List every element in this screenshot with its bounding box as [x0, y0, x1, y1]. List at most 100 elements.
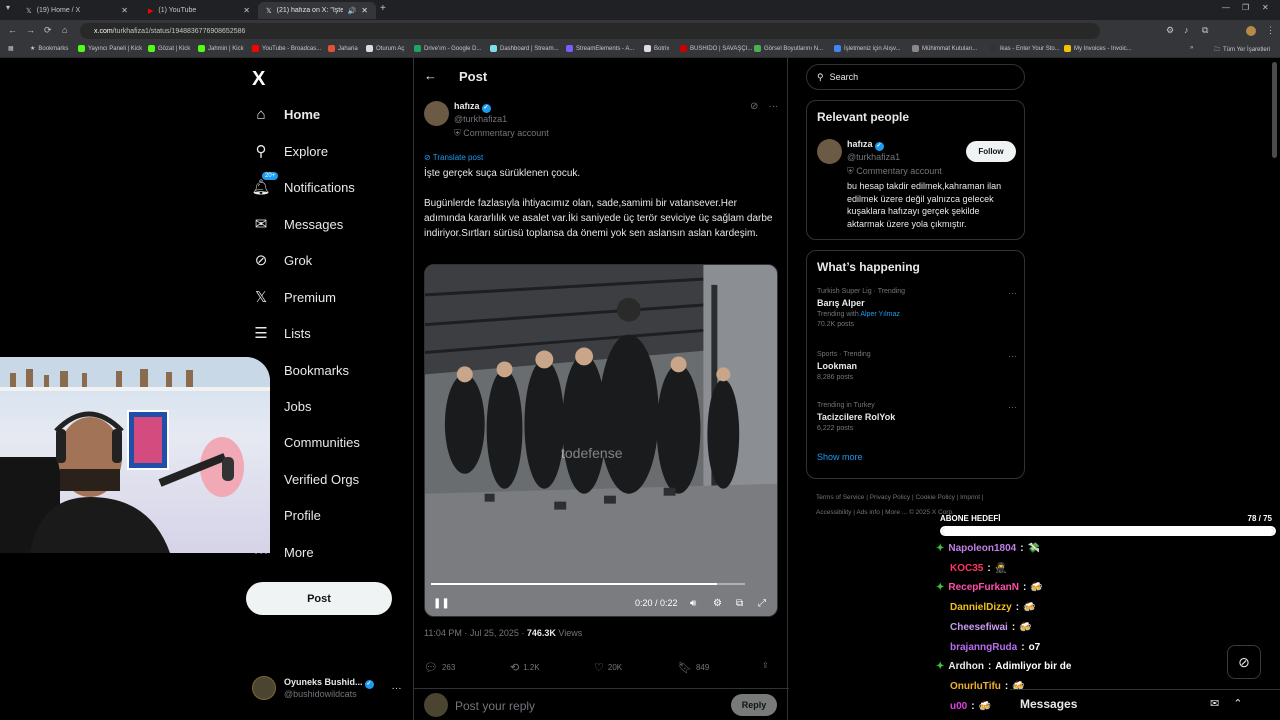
search-input[interactable]: ⚲ Search [806, 64, 1025, 90]
x-logo-icon[interactable]: X [252, 68, 265, 91]
tab-youtube[interactable]: ▶ (1) YouTube ✕ [140, 2, 258, 19]
address-bar[interactable]: x.com/turkhafiza1/status/194883677690865… [80, 23, 1100, 39]
author-avatar[interactable] [424, 101, 449, 126]
repost-action[interactable]: ⟲ 1.2K [510, 661, 540, 674]
pause-icon[interactable]: ❚❚ [433, 598, 450, 609]
sidebar-item-premium[interactable]: 𝕏 Premium [252, 288, 336, 306]
more-dots-icon[interactable]: ··· [1008, 402, 1017, 412]
apps-grid-icon[interactable]: ▦ [8, 45, 14, 52]
bookmark-action[interactable]: 🔖︎ 849 [678, 661, 709, 674]
bookmark-item[interactable]: Görsel Boyutlarını N... [754, 45, 823, 52]
post-button[interactable]: Post [246, 582, 392, 615]
messages-panel[interactable]: Messages ✉ ⌃ [1010, 689, 1280, 720]
bookmark-item[interactable]: StreamElements - A... [566, 45, 634, 52]
grok-floating-button[interactable]: ⊘ [1227, 645, 1261, 679]
close-icon[interactable]: ✕ [121, 6, 128, 15]
chevron-right-icon[interactable]: » [1190, 45, 1193, 51]
more-dots-icon[interactable]: ··· [1008, 351, 1017, 361]
reply-action[interactable]: 💬︎ 263 [424, 661, 455, 674]
profile-avatar[interactable] [1246, 26, 1256, 36]
share-icon[interactable]: ⇪ [762, 661, 769, 670]
reload-icon[interactable]: ⟳ [44, 25, 52, 36]
reply-bubble-icon: 💬︎ [424, 662, 438, 674]
show-more-link[interactable]: Show more [817, 452, 863, 462]
bookmark-item[interactable]: Jahmin | Kick [198, 45, 244, 52]
bookmark-item[interactable]: ★ Bookmarks [30, 45, 68, 53]
maximize-icon[interactable]: ❐ [1242, 3, 1249, 12]
video-player[interactable]: todefense ❚❚ 0:20 / 0:22 🔊︎ ⚙ ⧉ ⤢ [424, 264, 778, 617]
minimize-icon[interactable]: — [1222, 3, 1230, 12]
close-icon[interactable]: ✕ [361, 6, 368, 15]
sidebar-item-grok[interactable]: ⊘ Grok [252, 251, 312, 269]
bookmark-item[interactable]: Botrix [644, 45, 669, 52]
follow-button[interactable]: Follow [966, 141, 1016, 162]
bookmark-item[interactable]: BUSHIDO | SAVAŞÇI... [680, 45, 752, 52]
account-switcher[interactable]: Oyuneks Bushid... ✓ @bushidowildcats ··· [252, 676, 402, 700]
bookmark-item[interactable]: Oturum Aç [366, 45, 404, 52]
bookmark-item[interactable]: Jaharia [328, 45, 358, 52]
extension-icon[interactable]: ♪ [1184, 25, 1189, 35]
video-progress-bar[interactable] [431, 583, 745, 585]
sidebar-item-explore[interactable]: ⚲ Explore [252, 142, 329, 160]
bookmark-item[interactable]: ikas - Enter Your Sto... [990, 45, 1060, 52]
bookmark-item[interactable]: İşletmeniz için Alışv... [834, 45, 901, 52]
bookmark-item[interactable]: Dashboard | Stream... [490, 45, 559, 52]
back-arrow-icon[interactable]: ← [424, 68, 437, 83]
trend-item[interactable]: Sports · Trending Lookman 8,286 posts ··… [817, 351, 1017, 381]
home-icon[interactable]: ⌂ [62, 25, 67, 35]
forward-arrow-icon[interactable]: → [26, 25, 35, 35]
translate-text: Translate post [432, 153, 484, 162]
account-handle: @bushidowildcats [284, 689, 357, 699]
page-scrollbar[interactable] [1272, 62, 1277, 158]
sidebar-item-home[interactable]: ⌂ Home [252, 105, 320, 123]
tab-search-icon[interactable]: ▾ [6, 3, 10, 12]
bookmark-item[interactable]: Gözat | Kick [148, 45, 190, 52]
more-dots-icon[interactable]: ··· [768, 101, 778, 112]
extension-icon[interactable]: ⚙ [1166, 25, 1174, 36]
trend-with-label: Trending with [817, 311, 861, 318]
person-name[interactable]: hafıza ✓ [847, 139, 884, 151]
translate-post-link[interactable]: ⊘ Translate post [424, 153, 483, 162]
chevron-up-icon[interactable]: ⌃ [1233, 697, 1242, 710]
speaker-icon[interactable]: 🔊 [348, 7, 357, 15]
reply-button[interactable]: Reply [731, 694, 777, 716]
volume-icon[interactable]: 🔊︎ [690, 598, 696, 609]
bookmark-item[interactable]: My Invoices - Invoic... [1064, 45, 1132, 52]
more-dots-icon[interactable]: ··· [1008, 288, 1017, 298]
new-tab-icon[interactable]: + [380, 3, 386, 14]
author-name[interactable]: hafıza ✓ [454, 101, 491, 113]
bookmark-item[interactable]: YouTube - Broadcas... [252, 45, 321, 52]
compose-message-icon[interactable]: ✉ [1210, 697, 1219, 710]
author-handle[interactable]: @turkhafiza1 [454, 114, 507, 124]
chat-username: Napoleon1804 [948, 543, 1017, 554]
fullscreen-icon[interactable]: ⤢ [758, 598, 766, 609]
post-timestamp[interactable]: 11:04 PM · Jul 25, 2025 · [424, 628, 527, 638]
sidebar-item-messages[interactable]: ✉ Messages [252, 215, 344, 233]
tab-current-post[interactable]: 𝕏 (21) hafıza on X: "İşte gerçe 🔊 ✕ [258, 2, 376, 19]
close-icon[interactable]: ✕ [243, 6, 250, 15]
sidebar-item-lists[interactable]: ☰ Lists [252, 324, 310, 342]
bookmark-item[interactable]: Drive'ım - Google D... [414, 45, 482, 52]
sidebar-item-notifications[interactable]: 🔔︎ 20+ Notifications [251, 172, 355, 196]
grok-icon[interactable]: ⊘ [750, 101, 758, 112]
avatar[interactable] [817, 139, 842, 164]
reply-input[interactable]: Post your reply [455, 699, 535, 713]
trend-category: Sports · Trending [817, 351, 871, 358]
extensions-puzzle-icon[interactable]: ⧉ [1202, 25, 1208, 36]
bookmark-item[interactable]: 🗀 Tüm Yer İşaretleri [1214, 45, 1270, 55]
chat-text: 🥷 [994, 562, 1008, 574]
person-handle[interactable]: @turkhafiza1 [847, 152, 900, 162]
window-close-icon[interactable]: ✕ [1262, 3, 1269, 12]
pip-icon[interactable]: ⧉ [736, 598, 743, 609]
back-arrow-icon[interactable]: ← [8, 25, 17, 35]
trend-item[interactable]: Turkish Super Lig · Trending Barış Alper… [817, 288, 1017, 328]
trend-item[interactable]: Trending in Turkey Tacizcilere RolYok 6,… [817, 402, 1017, 432]
trend-with-name[interactable]: Alper Yılmaz [860, 311, 900, 318]
bookmark-item[interactable]: Yayıncı Paneli | Kick [78, 45, 142, 52]
commentary-text: Commentary account [856, 166, 942, 176]
bookmark-item[interactable]: Mühimmat Kutuları... [912, 45, 977, 52]
settings-gear-icon[interactable]: ⚙ [713, 598, 722, 609]
tab-home-x[interactable]: 𝕏 (19) Home / X ✕ [18, 2, 136, 19]
like-action[interactable]: ♡ 20K [594, 661, 622, 674]
menu-dots-icon[interactable]: ⋮ [1266, 25, 1275, 36]
